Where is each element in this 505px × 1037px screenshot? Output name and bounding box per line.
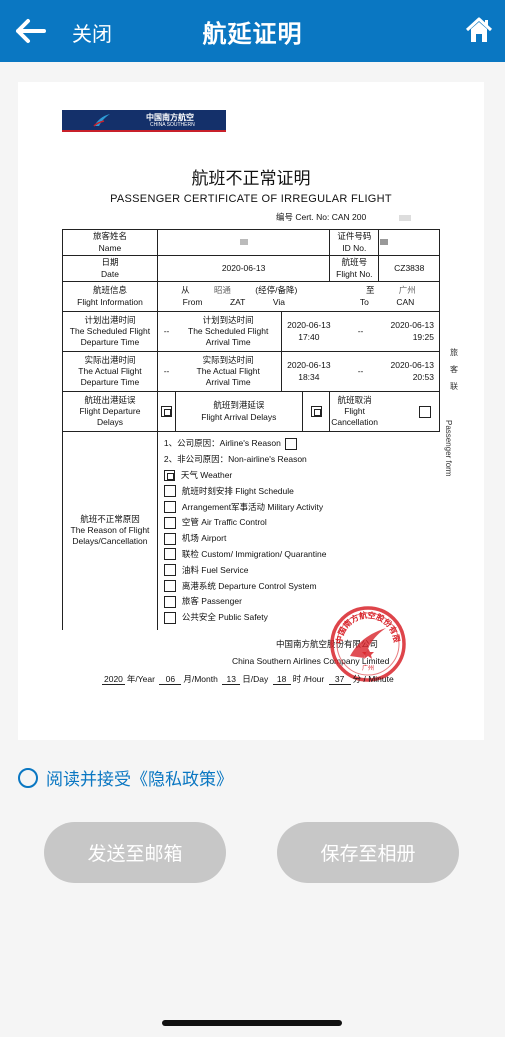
redacted-id: [380, 238, 389, 245]
issue-date-line: 2020 年/Year 06 月/Month 13 日/Day 18 时 /Hour 3…: [102, 674, 394, 685]
scheduled-times-cell: 2020-06-13 17:40 -- 2020-06-13 19:25: [281, 311, 440, 352]
certificate-image: 中国南方航空 CHINA SOUTHERN 航班不正常证明 PASSENGER …: [18, 82, 484, 740]
stamp-city: 广州: [362, 664, 374, 672]
name-label-cell: 旅客姓名 Name: [62, 229, 158, 256]
flight-no-label-cell: 航班号 Flight No.: [329, 255, 380, 282]
certificate-number: 编号 Cert. No: CAN 200: [276, 211, 411, 223]
cancellation-checkbox-cell: [378, 391, 440, 432]
departure-delay-checkbox-cell: [156, 391, 176, 432]
arrival-delay-checkbox-cell: [301, 391, 331, 432]
reason-airline-checkbox: [284, 437, 297, 450]
reason-checkbox: [163, 595, 176, 608]
reason-item: 联检 Custom/ Immigration/ Quarantine: [163, 547, 440, 563]
logo-text-en: CHINA SOUTHERN: [150, 122, 195, 128]
redacted-name: [239, 238, 248, 245]
dash-separator: --: [157, 311, 176, 352]
id-label-cell: 证件号码 ID No.: [329, 229, 380, 256]
dash-separator: --: [157, 351, 176, 392]
flight-route-cell: 从昭通 (经停/备降) 至广州 From ZAT Via To CAN: [156, 281, 441, 312]
reason-non-airline: 2、非公司原因：Non-airline's Reason: [163, 454, 307, 465]
scheduled-arrival-label-cell: 计划到达时间 The Scheduled Flight Arrival Time: [175, 311, 283, 352]
actual-arrival-label-cell: 实际到达时间 The Actual Flight Arrival Time: [175, 351, 283, 392]
certificate-title-cn: 航班不正常证明: [191, 169, 311, 189]
side-label-cn: 旅客联: [450, 348, 458, 391]
certificate-form-table: 旅客姓名 Name 证件号码 ID No. 日期 Date 2020-06-13 航班…: [62, 229, 441, 630]
flight-no-value-cell: CZ3838: [378, 255, 440, 282]
reason-item: 航班时刻安排 Flight Schedule: [163, 483, 440, 499]
reason-label-cell: 航班不正常原因 The Reason of Flight Delays/Cancel…: [62, 430, 158, 630]
arrival-delay-label-cell: 航班到港延误 Flight Arrival Delays: [174, 391, 303, 432]
actual-departure-label-cell: 实际出港时间 The Actual Flight Departure Time: [62, 351, 158, 392]
actual-times-cell: 2020-06-13 18:34 -- 2020-06-13 20:53: [281, 351, 440, 392]
reason-checkbox: [163, 516, 176, 529]
departure-delay-label-cell: 航班出港延误 Flight Departure Delays: [62, 391, 158, 432]
date-value-cell: 2020-06-13: [156, 255, 331, 282]
cert-number-label: 编号 Cert. No:: [276, 212, 330, 222]
flight-info-label-cell: 航班信息 Flight Information: [62, 281, 158, 312]
china-southern-logo: 中国南方航空 CHINA SOUTHERN: [62, 110, 226, 132]
arrival-delay-checkbox: [310, 406, 322, 418]
reason-checkbox: [163, 485, 176, 498]
certificate-title-en: PASSENGER CERTIFICATE OF IRREGULAR FLIGH…: [110, 193, 392, 205]
reason-item: 空管 Air Traffic Control: [163, 515, 440, 531]
date-label-cell: 日期 Date: [62, 255, 158, 282]
send-to-email-button[interactable]: 发送至邮箱: [44, 822, 226, 883]
reason-list-cell: 1、公司原因：Airline's Reason 2、非公司原因：Non-airl…: [156, 430, 440, 630]
scheduled-departure-label-cell: 计划出港时间 The Scheduled Flight Departure Time: [62, 311, 158, 352]
reason-checkbox: [163, 548, 176, 561]
company-seal-stamp: 中国南方航空股份有限公司 广州: [328, 604, 406, 682]
home-indicator[interactable]: [162, 1020, 342, 1026]
page-title: 航延证明: [202, 20, 303, 48]
home-icon[interactable]: [465, 16, 493, 44]
side-label-en: Passenger form: [444, 420, 453, 477]
reason-checkbox: [163, 564, 176, 577]
cancellation-label-cell: 航班取消 Flight Cancellation: [329, 391, 379, 432]
reason-checkbox: [163, 580, 176, 593]
reason-item: 离港系统 Departure Control System: [163, 578, 440, 594]
certificate-paper: 中国南方航空 CHINA SOUTHERN 航班不正常证明 PASSENGER …: [18, 82, 484, 740]
redacted-mark: [398, 214, 411, 221]
reason-item: 机场 Airport: [163, 531, 440, 547]
cancellation-checkbox: [419, 405, 431, 418]
reason-item: 油料 Fuel Service: [163, 562, 440, 578]
cert-number-value: CAN 200: [331, 212, 367, 222]
departure-delay-checkbox: [160, 406, 172, 418]
reason-item: Arrangement军事活动 Military Activity: [163, 499, 440, 515]
reason-checkbox: [163, 469, 175, 481]
reason-checkbox: [163, 532, 176, 545]
id-value-cell: [378, 229, 440, 256]
reason-checkbox: [163, 611, 176, 624]
privacy-radio-button[interactable]: [18, 767, 38, 788]
name-value-cell: [156, 229, 331, 256]
nav-bar: 关闭 航延证明: [0, 0, 505, 62]
save-to-album-button[interactable]: 保存至相册: [277, 822, 459, 883]
privacy-consent[interactable]: 阅读并接受《隐私政策》: [18, 765, 233, 790]
reason-item: 天气 Weather: [163, 468, 440, 484]
reason-checkbox: [163, 501, 176, 514]
kapok-logo-icon: [93, 114, 110, 127]
privacy-policy-link[interactable]: 阅读并接受《隐私政策》: [46, 765, 233, 790]
reason-airline: 1、公司原因：Airline's Reason: [164, 436, 440, 452]
